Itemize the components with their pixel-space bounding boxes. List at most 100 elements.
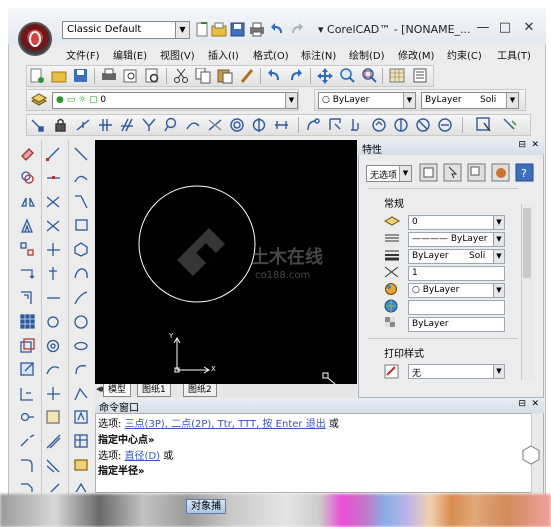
menu-modify[interactable]: 修改(M): [398, 47, 434, 62]
snap-settings-icon: [394, 118, 408, 132]
property-transparency-field[interactable]: ByLayer: [408, 317, 505, 332]
property-print-style-field[interactable]: 无 ▼: [408, 364, 505, 379]
color-icon: [385, 283, 397, 295]
save-icon: [230, 22, 245, 37]
drawing-canvas[interactable]: 土木在线 co188.com Y X: [95, 140, 357, 384]
lineweight-icon: [385, 250, 399, 261]
properties-scroll-thumb[interactable]: [523, 208, 531, 278]
menu-draw[interactable]: 绘制(D): [349, 47, 385, 62]
center-mark-icon: [74, 387, 88, 401]
region-icon: [46, 459, 60, 473]
save-icon: [74, 69, 87, 82]
pin-icon[interactable]: ⊟: [518, 399, 526, 409]
snap-toolbar-icons: [31, 117, 517, 133]
maximize-button[interactable]: □: [494, 20, 516, 36]
property-layer-field[interactable]: 0 ▼: [408, 215, 505, 230]
layer-manager-icon[interactable]: [31, 92, 51, 108]
menu-constraints[interactable]: 约束(C): [447, 47, 482, 62]
print-icon: [102, 68, 116, 80]
snap-extension-icon: [307, 118, 320, 131]
tab-model[interactable]: 模型: [103, 384, 132, 397]
layer-state-icons: ● ▭ ☼ ▢: [56, 95, 101, 105]
lock-icon: [55, 118, 66, 132]
chevron-down-icon[interactable]: ▼: [285, 93, 297, 108]
snap-mode-icon: [476, 117, 491, 132]
chevron-down-icon[interactable]: ▼: [403, 93, 415, 108]
property-globe-field[interactable]: [408, 300, 505, 315]
menu-view[interactable]: 视图(V): [160, 47, 195, 62]
property-lineweight-field[interactable]: ByLayer Soli ▼: [408, 249, 505, 264]
tab-sheet1[interactable]: 图纸1: [137, 384, 171, 397]
minimize-button[interactable]: —: [472, 20, 494, 36]
open-icon: [51, 71, 67, 83]
svg-text:?: ?: [521, 167, 527, 180]
property-linetype-field[interactable]: ———— ByLayer ▼: [408, 232, 505, 247]
property-color-field[interactable]: ○ ByLayer ▼: [408, 283, 505, 298]
close-icon[interactable]: ✕: [531, 399, 539, 409]
layer-select[interactable]: ● ▭ ☼ ▢ 0 ▼: [52, 92, 298, 109]
property-color-value: ○ ByLayer: [412, 285, 460, 295]
menu-edit[interactable]: 编辑(E): [113, 47, 147, 62]
linetype-select[interactable]: ByLayer Soli ▼: [421, 92, 519, 109]
property-scale-field[interactable]: 1: [408, 266, 505, 281]
pin-icon[interactable]: ⊟: [518, 140, 526, 150]
command-line-1-prefix: 选项:: [98, 419, 125, 430]
selection-select-value: 无选项: [370, 171, 398, 181]
color-select[interactable]: ○ ByLayer ▼: [318, 92, 416, 109]
object-snap-button[interactable]: 对象捕: [186, 499, 226, 514]
chevron-down-icon[interactable]: ▼: [493, 365, 504, 378]
menu-format[interactable]: 格式(O): [253, 47, 289, 62]
menu-file[interactable]: 文件(F): [66, 47, 100, 62]
chevron-down-icon[interactable]: ▼: [493, 250, 504, 263]
chevron-down-icon[interactable]: ▼: [493, 284, 504, 297]
linetype-select-value: ByLayer: [425, 95, 462, 105]
linetype-icon: [385, 234, 399, 242]
command-line-3-prefix: 选项:: [98, 451, 125, 462]
snap-perpendicular-icon: [121, 118, 133, 132]
menu-tools[interactable]: 工具(T): [497, 47, 531, 62]
quick-select-icon: [443, 163, 462, 182]
selection-select[interactable]: 无选项 ▼: [366, 165, 412, 182]
close-button[interactable]: ✕: [518, 20, 540, 36]
match-properties-icon: [240, 69, 254, 83]
scale-icon: [20, 338, 35, 353]
command-options-link[interactable]: 三点(3P), 二点(2P), Ttr, TTT, 按 Enter 退出: [125, 419, 326, 430]
snap-node-icon: [252, 118, 266, 132]
layer-select-value: 0: [100, 95, 107, 105]
new-icon: [30, 68, 44, 83]
mirror-icon: [20, 197, 36, 207]
crosshair-icon: [322, 372, 336, 384]
snap-intersection-icon: [329, 118, 341, 130]
zoom-window-icon: [362, 68, 377, 83]
boundary-icon: [50, 483, 60, 492]
chevron-down-icon[interactable]: ▼: [493, 233, 504, 246]
dimension-ordinate-icon: [74, 268, 88, 279]
menu-insert[interactable]: 插入(I): [208, 47, 239, 62]
color-swatch-icon: ○: [322, 95, 333, 105]
globe-icon: [384, 299, 398, 313]
undo-icon: [271, 23, 282, 33]
new-file-icon: [196, 22, 208, 37]
chamfer-icon: [21, 483, 33, 492]
close-icon[interactable]: ✕: [531, 140, 539, 150]
property-row-icons: [384, 216, 401, 327]
tab-sheet2[interactable]: 图纸2: [183, 384, 217, 397]
chevron-down-icon[interactable]: ▼: [399, 166, 411, 181]
print-style-icon: [384, 364, 399, 379]
polyline-icon: [46, 220, 60, 232]
dimension-linear-icon: [74, 147, 88, 161]
extend-icon: [20, 412, 34, 422]
chevron-down-icon[interactable]: ▼: [175, 22, 189, 38]
layer-icon: [384, 216, 401, 226]
array-icon: [20, 314, 35, 329]
help-icon: ?: [515, 163, 534, 182]
chevron-down-icon[interactable]: ▼: [493, 216, 504, 229]
insert-block-icon: [75, 482, 87, 492]
command-diameter-link[interactable]: 直径(D): [125, 451, 161, 462]
properties-toolbar-icons: ?: [419, 163, 534, 182]
workspace-profile-select[interactable]: Classic Default ▼: [62, 21, 190, 39]
fillet-icon: [21, 459, 33, 472]
menu-dimension[interactable]: 标注(N): [301, 47, 336, 62]
chevron-down-icon[interactable]: ▼: [506, 93, 518, 108]
properties-scrollbar[interactable]: [521, 204, 533, 380]
